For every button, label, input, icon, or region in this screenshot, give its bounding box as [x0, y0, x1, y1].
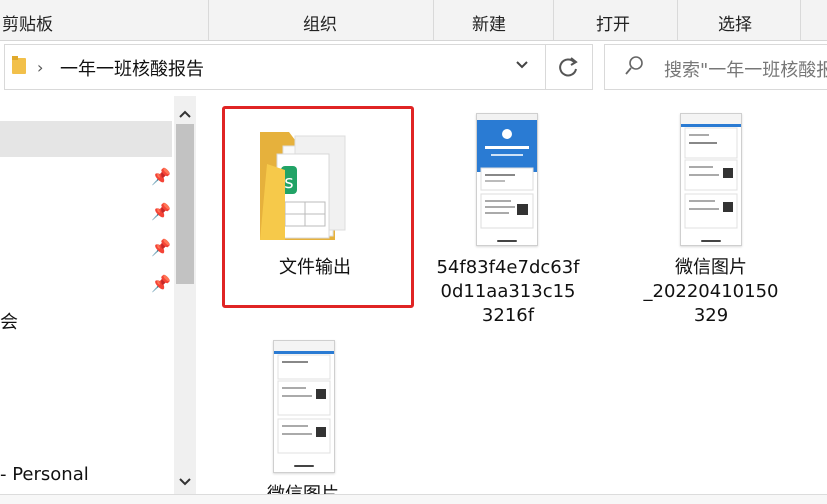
pin-icon[interactable]: 📌 — [151, 202, 171, 221]
pin-icon[interactable]: 📌 — [151, 274, 171, 293]
ribbon-group-clipboard[interactable]: 剪贴板 — [2, 10, 53, 35]
nav-item-partial[interactable]: 会 — [0, 308, 18, 334]
image-thumbnail[interactable] — [680, 113, 742, 246]
nav-item-selected[interactable] — [0, 121, 172, 157]
nav-scrollbar-thumb[interactable] — [176, 124, 194, 284]
ribbon: 剪贴板 组织 新建 打开 选择 — [0, 0, 827, 41]
ribbon-group-open[interactable]: 打开 — [596, 10, 630, 35]
refresh-button[interactable] — [545, 44, 593, 90]
folder-icon — [12, 56, 26, 74]
breadcrumb-current[interactable]: 一年一班核酸报告 — [60, 55, 204, 81]
chevron-right-icon[interactable]: › — [37, 58, 43, 77]
scroll-up-icon[interactable] — [178, 104, 192, 123]
chevron-down-icon[interactable] — [514, 56, 530, 76]
svg-text:s: s — [284, 172, 293, 193]
image-thumbnail[interactable] — [273, 340, 335, 473]
search-icon — [624, 56, 644, 80]
ribbon-group-new[interactable]: 新建 — [472, 10, 506, 35]
ribbon-group-organize[interactable]: 组织 — [303, 10, 337, 35]
file-label: 文件输出 — [279, 257, 351, 278]
ribbon-group-select[interactable]: 选择 — [718, 10, 752, 35]
file-label: 微信图片 _20220410150 329 — [643, 257, 779, 326]
pin-icon[interactable]: 📌 — [151, 238, 171, 257]
search-input[interactable]: 搜索"一年一班核酸报 — [664, 56, 827, 82]
nav-item-personal[interactable]: - Personal — [0, 464, 89, 485]
file-label: 54f83f4e7dc63f 0d11aa313c15 3216f — [436, 257, 580, 326]
file-label: 微信图片 — [240, 478, 366, 494]
image-thumbnail[interactable] — [476, 113, 538, 246]
folder-icon: s — [255, 122, 355, 246]
scroll-down-icon[interactable] — [178, 472, 192, 491]
pin-icon[interactable]: 📌 — [151, 167, 171, 186]
